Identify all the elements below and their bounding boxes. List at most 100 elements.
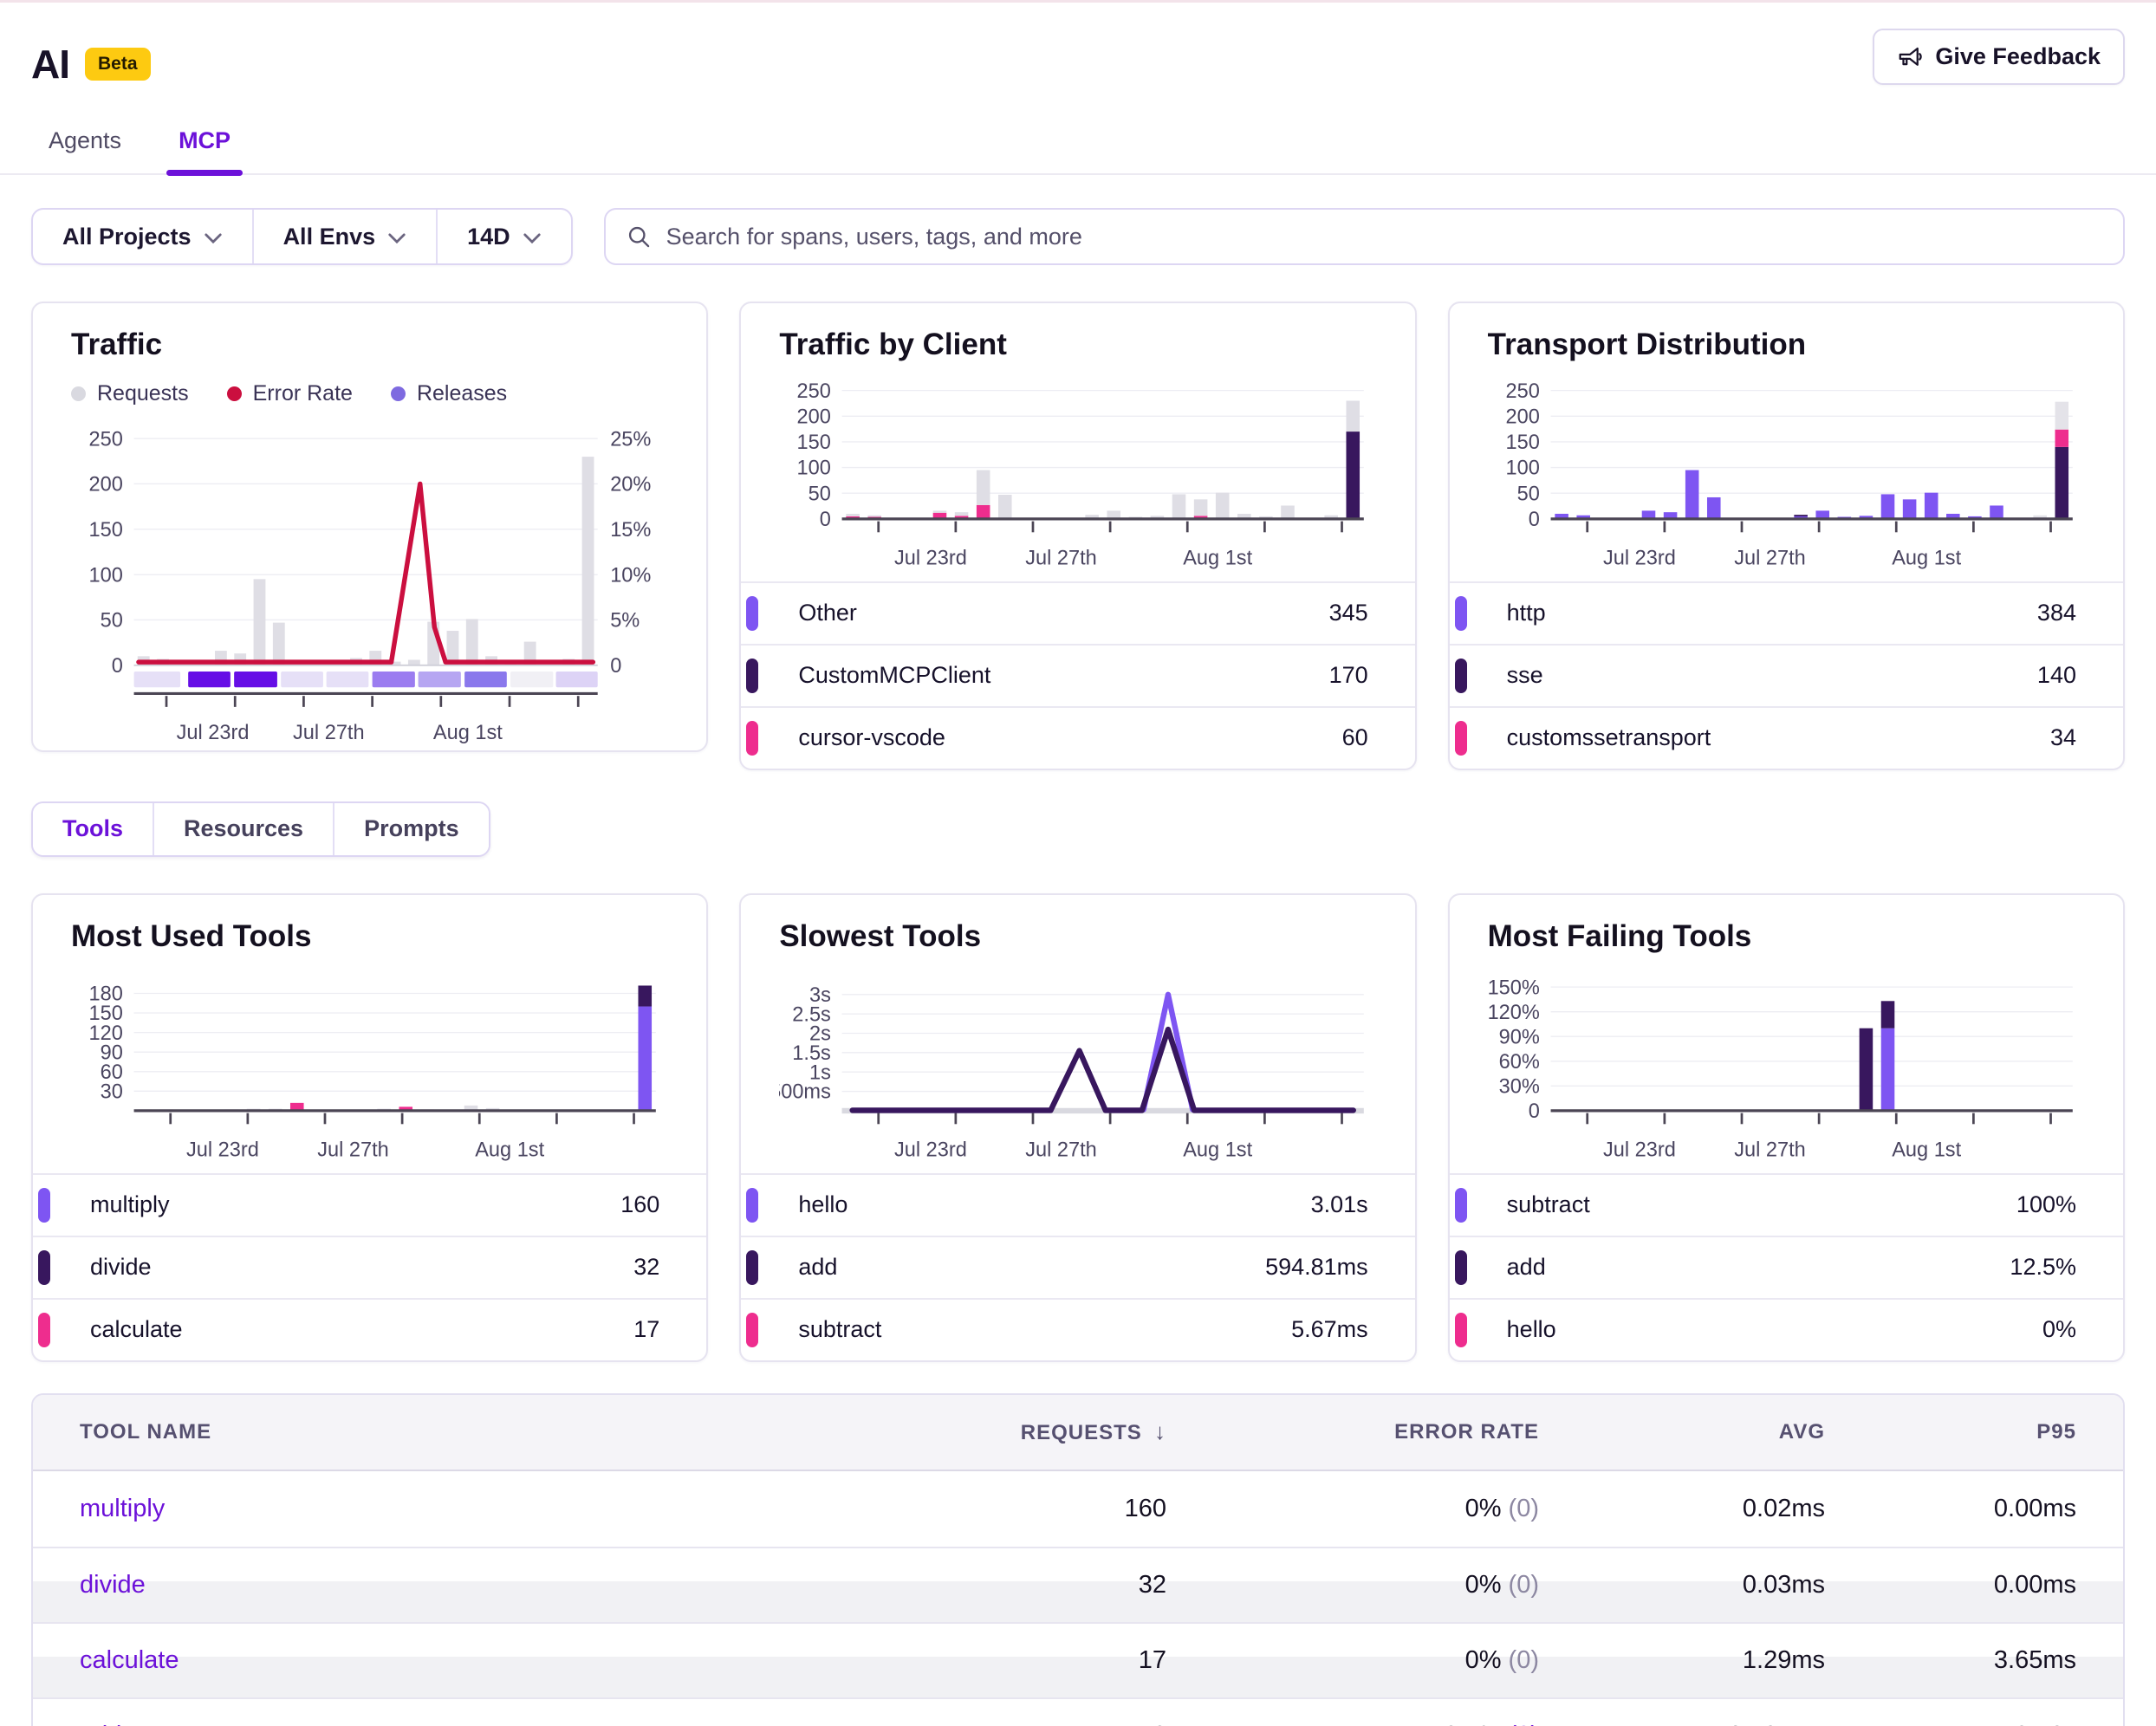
series-label: cursor-vscode bbox=[798, 724, 945, 751]
legend-row-Other[interactable]: Other 345 bbox=[741, 581, 1414, 644]
svg-text:2s: 2s bbox=[809, 1022, 831, 1044]
error-count: (0) bbox=[1509, 1495, 1539, 1522]
series-label: Other bbox=[798, 600, 857, 626]
cell-avg: 0.03ms bbox=[1586, 1571, 1872, 1599]
series-label: CustomMCPClient bbox=[798, 662, 990, 689]
column-header-p95[interactable]: P95 bbox=[1872, 1420, 2123, 1444]
table-row-divide[interactable]: divide320% (0)0.03ms0.00ms bbox=[33, 1547, 2123, 1622]
series-swatch-icon bbox=[746, 1313, 758, 1347]
series-swatch-icon bbox=[746, 1250, 758, 1285]
svg-text:90: 90 bbox=[101, 1041, 123, 1063]
svg-text:250: 250 bbox=[797, 380, 831, 402]
cell-p95: 0.00ms bbox=[1872, 1571, 2123, 1599]
series-swatch-icon bbox=[1455, 659, 1467, 693]
date-range-filter[interactable]: 14D bbox=[436, 210, 571, 263]
svg-text:0: 0 bbox=[112, 654, 123, 677]
legend-row-hello[interactable]: hello 3.01s bbox=[741, 1173, 1414, 1236]
legend-row-hello[interactable]: hello0% bbox=[1450, 1298, 2123, 1360]
svg-text:150: 150 bbox=[89, 1002, 123, 1024]
legend-row-multiply[interactable]: multiply160 bbox=[33, 1173, 706, 1236]
series-value: 0% bbox=[2042, 1316, 2076, 1343]
table-header-row: Tool NameRequests ↓Error RateAvgP95 bbox=[33, 1395, 2123, 1471]
series-value: 12.5% bbox=[2010, 1254, 2076, 1281]
tool-link-add[interactable]: add bbox=[80, 1722, 121, 1726]
legend-row-subtract[interactable]: subtract5.67ms bbox=[741, 1298, 1414, 1360]
legend-row-http[interactable]: http384 bbox=[1450, 581, 2123, 644]
legend-row-cursor-vscode[interactable]: cursor-vscode60 bbox=[741, 706, 1414, 769]
svg-text:180: 180 bbox=[89, 982, 123, 1004]
cell-error-rate: 0% (0) bbox=[1213, 1571, 1586, 1599]
tab-mcp[interactable]: MCP bbox=[179, 127, 231, 173]
svg-text:Aug 1st: Aug 1st bbox=[1892, 1138, 1961, 1160]
tool-link-divide[interactable]: divide bbox=[80, 1571, 146, 1599]
table-row-calculate[interactable]: calculate170% (0)1.29ms3.65ms bbox=[33, 1622, 2123, 1697]
subtab-resources[interactable]: Resources bbox=[153, 803, 333, 855]
legend-row-add[interactable]: add 12.5% bbox=[1450, 1236, 2123, 1298]
svg-text:1s: 1s bbox=[809, 1061, 831, 1083]
series-value: 5.67ms bbox=[1291, 1316, 1368, 1343]
card-title-traffic: Traffic bbox=[71, 328, 668, 362]
legend-row-divide[interactable]: divide32 bbox=[33, 1236, 706, 1298]
svg-text:5%: 5% bbox=[610, 609, 640, 632]
card-client: Traffic by Client050100150200250Jul 23rd… bbox=[739, 302, 1416, 770]
tool-link-calculate[interactable]: calculate bbox=[80, 1646, 179, 1674]
legend-row-CustomMCPClient[interactable]: CustomMCPClient170 bbox=[741, 644, 1414, 706]
column-header-error-rate[interactable]: Error Rate bbox=[1213, 1420, 1586, 1444]
legend-row-customssetransport[interactable]: customssetransport34 bbox=[1450, 706, 2123, 769]
series-label: add bbox=[1507, 1254, 1546, 1281]
svg-text:Aug 1st: Aug 1st bbox=[433, 721, 503, 743]
cell-avg: 594.81ms bbox=[1586, 1722, 1872, 1726]
series-swatch-icon bbox=[1455, 596, 1467, 631]
subtab-prompts[interactable]: Prompts bbox=[333, 803, 489, 855]
svg-text:Jul 27th: Jul 27th bbox=[1734, 1138, 1806, 1160]
series-swatch-icon bbox=[746, 721, 758, 756]
legend-row-sse[interactable]: sse140 bbox=[1450, 644, 2123, 706]
legend-item[interactable]: Requests bbox=[71, 381, 189, 406]
card-transport: Transport Distribution050100150200250Jul… bbox=[1448, 302, 2125, 770]
filter-group: All Projects All Envs 14D bbox=[31, 208, 573, 265]
legend-row-add[interactable]: add594.81ms bbox=[741, 1236, 1414, 1298]
project-filter[interactable]: All Projects bbox=[33, 210, 252, 263]
search-bar[interactable] bbox=[604, 208, 2125, 265]
svg-text:Aug 1st: Aug 1st bbox=[475, 1138, 544, 1160]
cell-p95: 3.16s bbox=[1872, 1722, 2123, 1726]
column-header-avg[interactable]: Avg bbox=[1586, 1420, 1872, 1444]
subtab-tools[interactable]: Tools bbox=[33, 803, 153, 855]
series-value: 345 bbox=[1329, 600, 1368, 626]
env-filter[interactable]: All Envs bbox=[252, 210, 437, 263]
svg-text:150: 150 bbox=[1505, 431, 1539, 453]
error-count[interactable]: (2) bbox=[1509, 1722, 1539, 1726]
search-input[interactable] bbox=[666, 224, 2102, 250]
series-label: sse bbox=[1507, 662, 1543, 689]
traffic-legend: Requests Error Rate Releases bbox=[71, 381, 668, 406]
legend-item[interactable]: Releases bbox=[391, 381, 507, 406]
series-label: hello bbox=[798, 1191, 847, 1218]
column-header-tool-name[interactable]: Tool Name bbox=[33, 1420, 927, 1444]
card-title-client: Traffic by Client bbox=[779, 328, 1376, 362]
series-swatch-icon bbox=[1455, 1250, 1467, 1285]
legend-row-subtract[interactable]: subtract100% bbox=[1450, 1173, 2123, 1236]
legend-row-calculate[interactable]: calculate17 bbox=[33, 1298, 706, 1360]
table-row-multiply[interactable]: multiply1600% (0)0.02ms0.00ms bbox=[33, 1471, 2123, 1547]
svg-text:Jul 23rd: Jul 23rd bbox=[894, 546, 967, 568]
card-title-used: Most Used Tools bbox=[71, 919, 668, 954]
give-feedback-button[interactable]: Give Feedback bbox=[1873, 29, 2125, 85]
svg-text:0: 0 bbox=[1528, 1100, 1539, 1122]
series-value: 17 bbox=[633, 1316, 659, 1343]
svg-text:20%: 20% bbox=[610, 473, 651, 496]
table-row-add[interactable]: add1612.5% (2)594.81ms3.16s bbox=[33, 1697, 2123, 1726]
column-header-requests[interactable]: Requests ↓ bbox=[927, 1418, 1213, 1445]
charts-row-1: TrafficRequestsError RateReleases0501001… bbox=[31, 302, 2125, 770]
svg-text:60%: 60% bbox=[1498, 1050, 1539, 1073]
tool-link-multiply[interactable]: multiply bbox=[80, 1495, 165, 1522]
card-title-failing: Most Failing Tools bbox=[1488, 919, 2085, 954]
svg-text:Aug 1st: Aug 1st bbox=[1892, 546, 1961, 568]
series-value: 3.01s bbox=[1311, 1191, 1368, 1218]
svg-text:Jul 27th: Jul 27th bbox=[1026, 546, 1098, 568]
legend-item[interactable]: Error Rate bbox=[227, 381, 353, 406]
series-label: customssetransport bbox=[1507, 724, 1711, 751]
cell-p95: 0.00ms bbox=[1872, 1495, 2123, 1523]
chart-traffic: 05010015020025005%10%15%20%25%Jul 23rdJu… bbox=[71, 419, 668, 745]
tab-agents[interactable]: Agents bbox=[49, 127, 121, 173]
svg-text:0: 0 bbox=[1528, 508, 1539, 530]
